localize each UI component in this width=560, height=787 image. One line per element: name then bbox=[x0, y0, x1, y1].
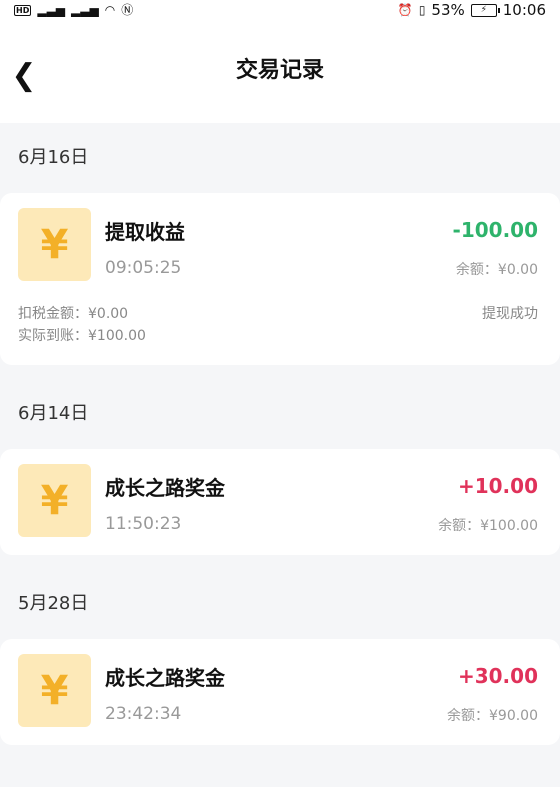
withdraw-status: 提现成功 bbox=[482, 306, 538, 322]
yuan-coin-icon: ¥ bbox=[18, 464, 91, 537]
transaction-balance: 余额：¥100.00 bbox=[438, 518, 538, 534]
transaction-card[interactable]: ¥ 提取收益 09:05:25 -100.00 余额：¥0.00 扣税金额：¥0… bbox=[0, 193, 560, 365]
transaction-balance: 余额：¥0.00 bbox=[455, 262, 538, 278]
transaction-name: 成长之路奖金 bbox=[105, 666, 225, 690]
cellular-signal-icon: ▂▃▅ bbox=[37, 3, 66, 17]
page-header: ❮ 交易记录 bbox=[0, 20, 560, 123]
status-bar-left: HD ▂▃▅ ▂▃▅ ◠ Ⓝ bbox=[14, 4, 133, 16]
yuan-coin-icon: ¥ bbox=[18, 208, 91, 281]
group-date: 6月16日 bbox=[18, 147, 89, 168]
transaction-group: 6月16日 ¥ 提取收益 09:05:25 -100.00 余额：¥0.00 扣… bbox=[0, 123, 560, 365]
clock: 10:06 bbox=[502, 1, 546, 19]
transaction-time: 23:42:34 bbox=[105, 704, 182, 724]
transaction-group: 6月14日 ¥ 成长之路奖金 11:50:23 +10.00 余额：¥100.0… bbox=[0, 379, 560, 555]
transaction-card[interactable]: ¥ 成长之路奖金 11:50:23 +10.00 余额：¥100.00 bbox=[0, 449, 560, 555]
transaction-time: 11:50:23 bbox=[105, 514, 182, 534]
transaction-balance: 余额：¥90.00 bbox=[447, 708, 538, 724]
wifi-icon: ◠ bbox=[104, 3, 116, 17]
status-bar: HD ▂▃▅ ▂▃▅ ◠ Ⓝ ⏰ ▯ 53% ⚡ 10:06 bbox=[0, 0, 560, 20]
page-title: 交易记录 bbox=[235, 57, 324, 83]
battery-icon: ⚡ bbox=[470, 3, 500, 17]
transaction-name: 提取收益 bbox=[105, 220, 185, 244]
tax-amount: 扣税金额：¥0.00 bbox=[18, 306, 129, 322]
hd-icon: HD bbox=[14, 4, 32, 16]
vibrate-icon: ▯ bbox=[418, 3, 426, 17]
battery-percent: 53% bbox=[431, 1, 465, 19]
transaction-amount: -100.00 bbox=[452, 218, 538, 242]
transaction-card[interactable]: ¥ 成长之路奖金 23:42:34 +30.00 余额：¥90.00 bbox=[0, 639, 560, 745]
transaction-name: 成长之路奖金 bbox=[105, 476, 225, 500]
alarm-icon: ⏰ bbox=[397, 3, 413, 17]
cellular-signal-icon-2: ▂▃▅ bbox=[71, 3, 99, 17]
chevron-left-icon: ❮ bbox=[11, 57, 37, 93]
actual-received: 实际到账：¥100.00 bbox=[18, 328, 146, 344]
yuan-coin-icon: ¥ bbox=[18, 654, 91, 727]
transaction-amount: +10.00 bbox=[457, 474, 538, 498]
transaction-amount: +30.00 bbox=[457, 664, 538, 688]
back-button[interactable]: ❮ bbox=[10, 57, 38, 93]
group-date: 5月28日 bbox=[18, 593, 89, 614]
group-date: 6月14日 bbox=[18, 403, 89, 424]
nfc-icon: Ⓝ bbox=[121, 3, 134, 17]
status-bar-right: ⏰ ▯ 53% ⚡ 10:06 bbox=[398, 1, 546, 19]
transaction-group: 5月28日 ¥ 成长之路奖金 23:42:34 +30.00 余额：¥90.00 bbox=[0, 569, 560, 745]
transaction-time: 09:05:25 bbox=[105, 258, 182, 278]
